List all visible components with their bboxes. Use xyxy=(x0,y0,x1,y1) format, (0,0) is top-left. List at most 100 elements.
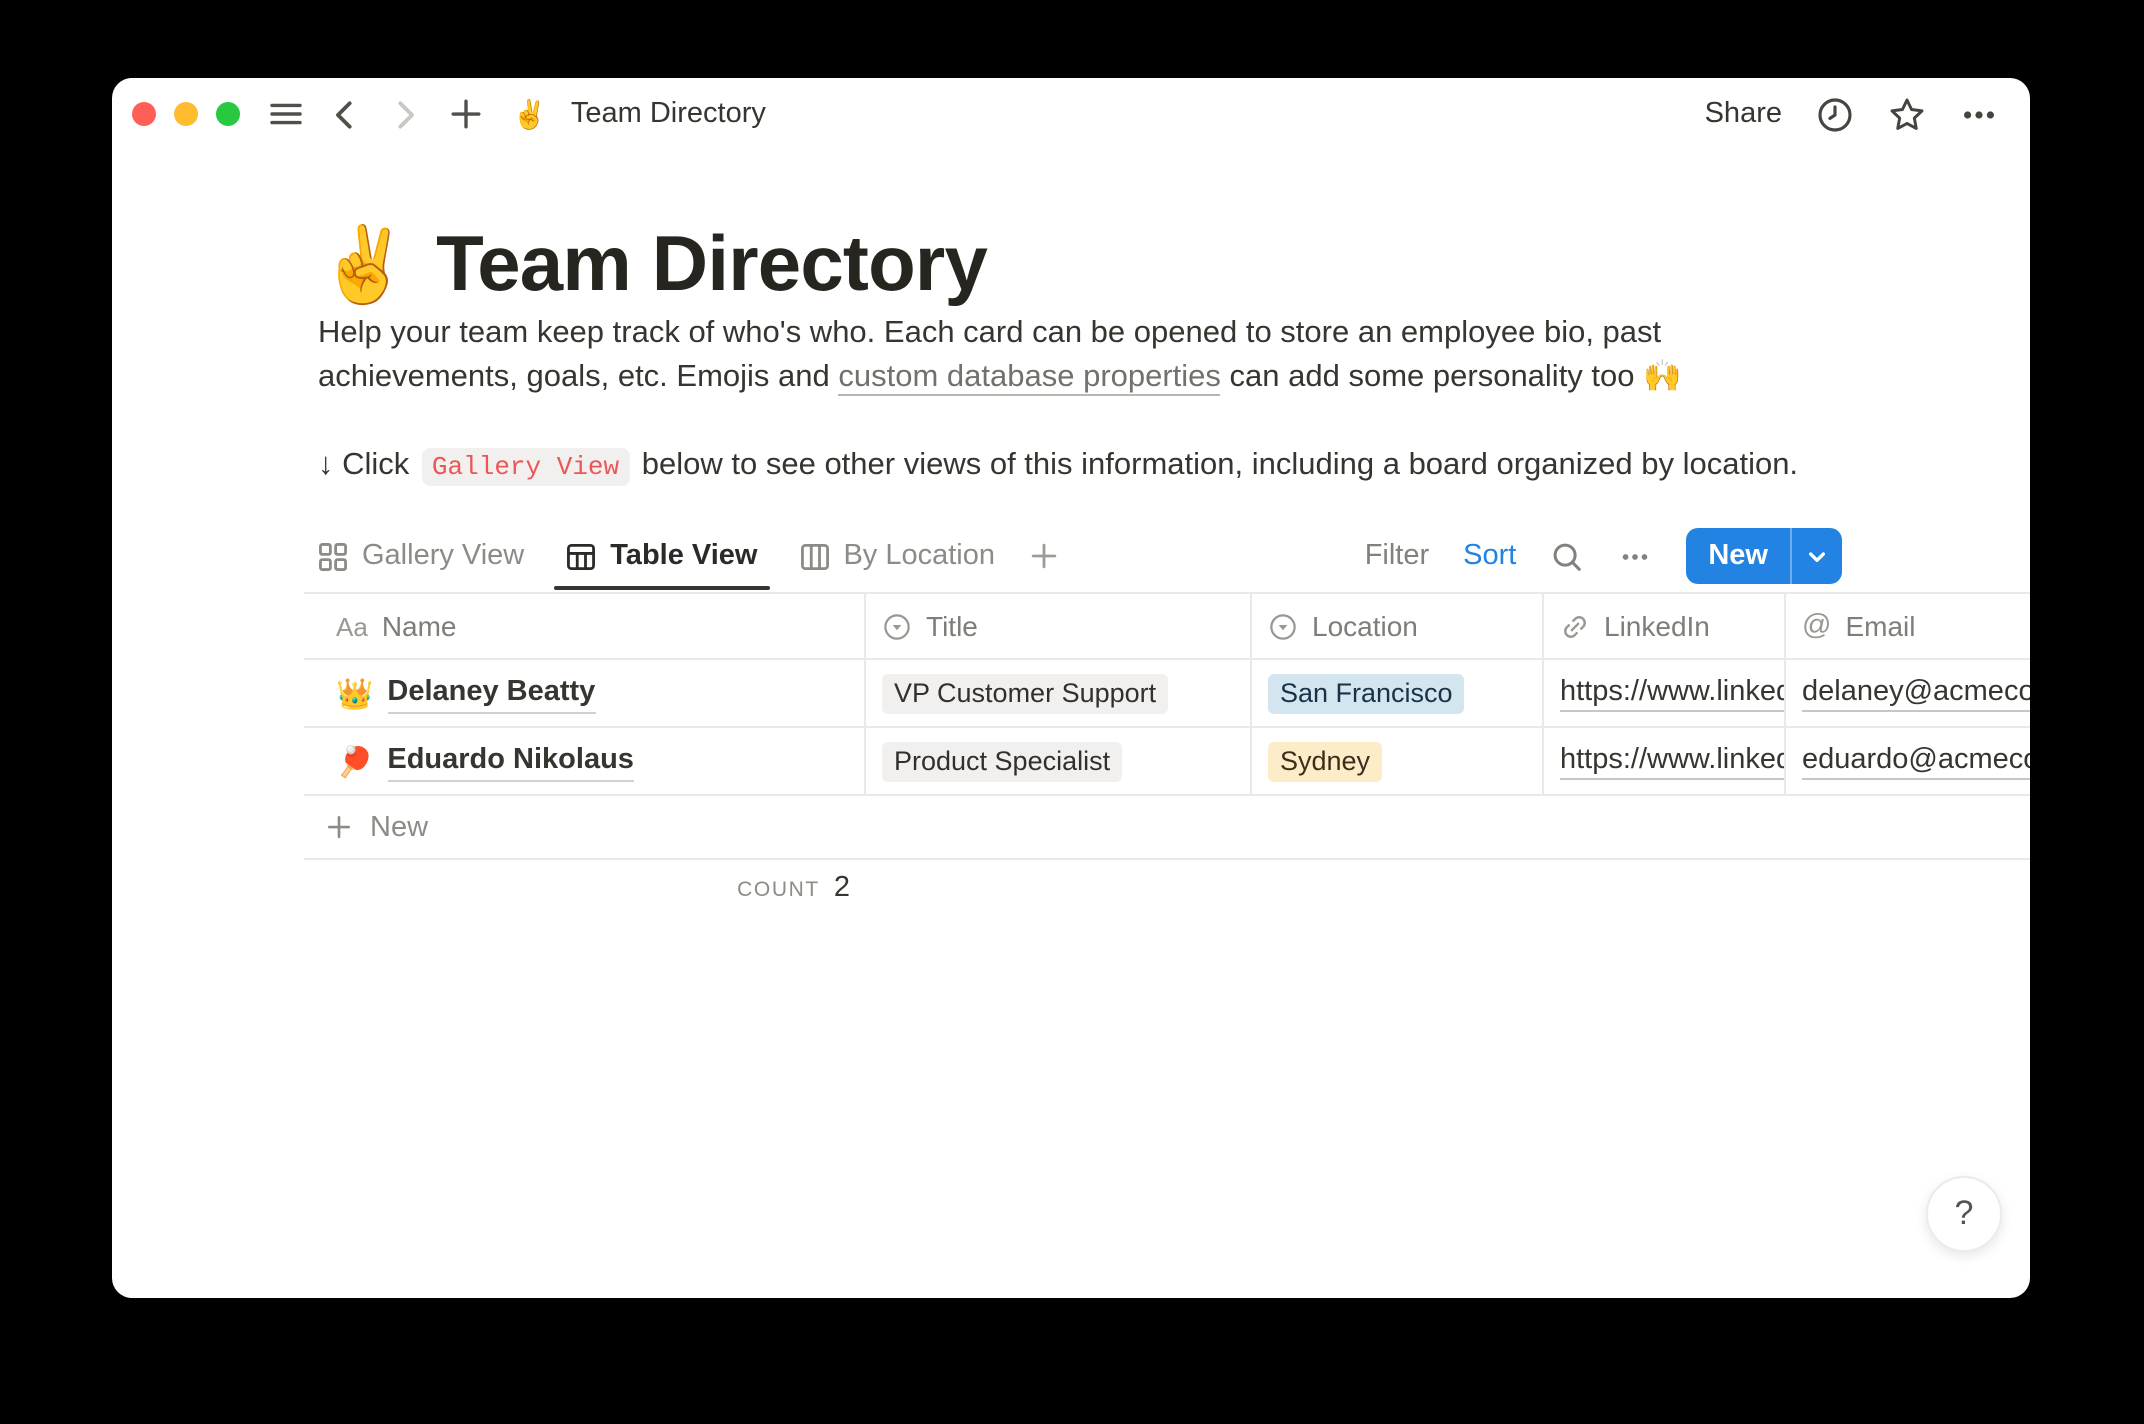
ellipsis-icon xyxy=(1618,539,1652,573)
breadcrumb-page-emoji: ✌️ xyxy=(512,97,547,131)
email-property-icon: @ xyxy=(1802,610,1831,642)
cell-location[interactable]: San Francisco xyxy=(1252,660,1544,726)
select-property-icon xyxy=(1268,611,1298,641)
table-row: 🏓 Eduardo Nikolaus Product Specialist Sy… xyxy=(304,728,2030,796)
page-emoji[interactable]: ✌️ xyxy=(318,214,410,318)
titlebar: ✌️ Team Directory Share xyxy=(112,78,2030,150)
callout-line: ↓ Click Gallery View below to see other … xyxy=(318,442,1918,492)
email-link[interactable]: eduardo@acmeco xyxy=(1802,742,2030,780)
column-header-email[interactable]: @ Email xyxy=(1786,594,2030,658)
table-footer-count[interactable]: COUNT 2 xyxy=(304,872,866,904)
zoom-window-button[interactable] xyxy=(216,101,240,125)
view-options-button[interactable] xyxy=(1618,539,1652,573)
desktop: ✌️ Team Directory Share xyxy=(0,0,2144,1424)
more-options-button[interactable] xyxy=(1960,95,1998,133)
title-tag: Product Specialist xyxy=(882,741,1122,781)
new-record-button: New xyxy=(1686,528,1842,584)
traffic-lights xyxy=(132,101,240,125)
text-property-icon: Aa xyxy=(336,611,368,641)
tab-label: Gallery View xyxy=(362,540,524,572)
cell-linkedin[interactable]: https://www.linkedin xyxy=(1544,728,1786,794)
view-controls: Filter Sort New xyxy=(1365,528,1842,584)
cell-name[interactable]: 👑 Delaney Beatty xyxy=(304,660,866,726)
updates-button[interactable] xyxy=(1816,95,1854,133)
titlebar-actions: Share xyxy=(1705,78,1998,150)
table-header-row: Aa Name Title Location xyxy=(304,592,2030,660)
email-link[interactable]: delaney@acmecor xyxy=(1802,674,2030,712)
forward-button[interactable] xyxy=(386,95,424,133)
tab-label: By Location xyxy=(843,540,995,572)
minimize-window-button[interactable] xyxy=(174,101,198,125)
sort-button[interactable]: Sort xyxy=(1463,540,1516,572)
new-row-button[interactable]: New xyxy=(304,796,2030,860)
row-page-link[interactable]: Eduardo Nikolaus xyxy=(387,741,634,781)
location-tag: Sydney xyxy=(1268,741,1382,781)
new-page-button[interactable] xyxy=(446,95,484,133)
cell-location[interactable]: Sydney xyxy=(1252,728,1544,794)
down-arrow-icon: ↓ xyxy=(318,448,334,482)
cell-title[interactable]: Product Specialist xyxy=(866,728,1252,794)
inline-code: Gallery View xyxy=(422,448,629,486)
sidebar-toggle-button[interactable] xyxy=(266,95,304,133)
cell-name[interactable]: 🏓 Eduardo Nikolaus xyxy=(304,728,866,794)
select-property-icon xyxy=(882,611,912,641)
question-mark-icon: ? xyxy=(1955,1194,1974,1234)
column-label: Name xyxy=(382,610,457,642)
ellipsis-icon xyxy=(1960,95,1998,133)
linkedin-link[interactable]: https://www.linkedin xyxy=(1560,742,1786,780)
new-button-main[interactable]: New xyxy=(1686,528,1790,584)
search-button[interactable] xyxy=(1550,539,1584,573)
add-view-button[interactable] xyxy=(1027,540,1059,572)
chevron-right-icon xyxy=(388,97,422,131)
help-button[interactable]: ? xyxy=(1926,1176,2002,1252)
column-header-title[interactable]: Title xyxy=(866,594,1252,658)
tab-label: Table View xyxy=(610,540,757,572)
column-label: Email xyxy=(1845,610,1915,642)
row-page-emoji: 🏓 xyxy=(336,743,373,779)
view-tabs: Gallery View Table View By Location xyxy=(318,522,995,590)
column-header-location[interactable]: Location xyxy=(1252,594,1544,658)
share-button[interactable]: Share xyxy=(1705,98,1782,130)
breadcrumb-page-title[interactable]: Team Directory xyxy=(571,98,766,130)
nav-controls: ✌️ Team Directory xyxy=(266,78,766,150)
cell-title[interactable]: VP Customer Support xyxy=(866,660,1252,726)
column-header-linkedin[interactable]: LinkedIn xyxy=(1544,594,1786,658)
page-description: Help your team keep track of who's who. … xyxy=(318,312,1848,398)
table-row: 👑 Delaney Beatty VP Customer Support San… xyxy=(304,660,2030,728)
filter-button[interactable]: Filter xyxy=(1365,540,1429,572)
tab-by-location[interactable]: By Location xyxy=(799,522,995,590)
board-icon xyxy=(799,541,829,571)
favorite-button[interactable] xyxy=(1888,95,1926,133)
plus-icon xyxy=(1027,540,1059,572)
page-title[interactable]: Team Directory xyxy=(436,214,987,318)
cell-linkedin[interactable]: https://www.linkedin xyxy=(1544,660,1786,726)
back-button[interactable] xyxy=(326,95,364,133)
tab-table-view[interactable]: Table View xyxy=(566,522,757,590)
star-icon xyxy=(1888,95,1926,133)
plus-icon xyxy=(447,96,483,132)
tab-gallery-view[interactable]: Gallery View xyxy=(318,522,524,590)
clock-icon xyxy=(1816,95,1854,133)
column-label: Title xyxy=(926,610,978,642)
cell-email[interactable]: delaney@acmecor xyxy=(1786,660,2030,726)
column-label: Location xyxy=(1312,610,1418,642)
linkedin-link[interactable]: https://www.linkedin xyxy=(1560,674,1786,712)
notion-window: ✌️ Team Directory Share xyxy=(112,78,2030,1298)
new-row-label: New xyxy=(370,811,428,843)
row-page-link[interactable]: Delaney Beatty xyxy=(387,673,595,713)
chevron-down-icon xyxy=(1804,543,1830,569)
column-header-name[interactable]: Aa Name xyxy=(304,594,866,658)
close-window-button[interactable] xyxy=(132,101,156,125)
cell-email[interactable]: eduardo@acmeco xyxy=(1786,728,2030,794)
plus-icon xyxy=(324,812,354,842)
description-link[interactable]: custom database properties xyxy=(838,359,1221,395)
new-button-dropdown[interactable] xyxy=(1792,528,1842,584)
count-value: 2 xyxy=(834,872,850,904)
search-icon xyxy=(1550,539,1584,573)
callout-text: below to see other views of this informa… xyxy=(633,448,1798,482)
description-text: can add some personality too 🙌 xyxy=(1221,359,1682,393)
view-bar: Gallery View Table View By Location xyxy=(318,522,1842,590)
title-tag: VP Customer Support xyxy=(882,673,1168,713)
hamburger-icon xyxy=(267,96,303,132)
table-icon xyxy=(566,541,596,571)
